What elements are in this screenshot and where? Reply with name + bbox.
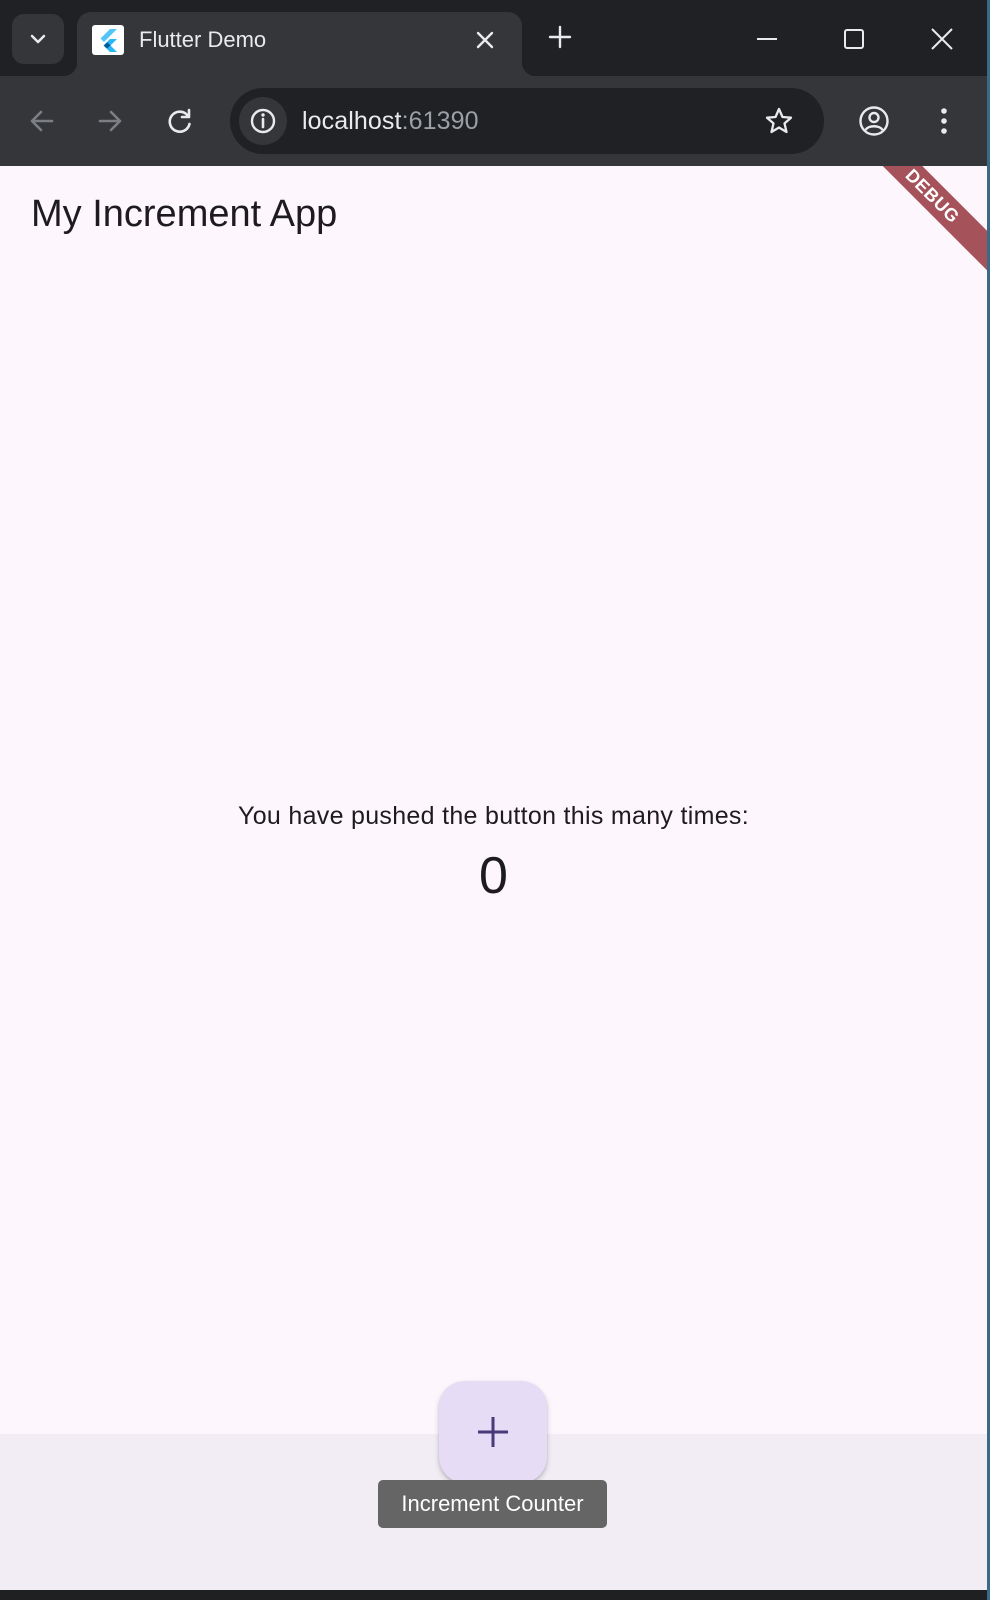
flutter-logo-icon	[92, 25, 124, 55]
tab-close-button[interactable]	[470, 25, 500, 55]
close-icon	[476, 31, 494, 49]
site-info-button[interactable]	[239, 97, 287, 145]
url-text[interactable]: localhost:61390	[302, 107, 479, 136]
more-vert-icon	[941, 108, 947, 134]
close-window-button[interactable]	[925, 22, 959, 56]
plus-icon	[548, 25, 572, 49]
maximize-button[interactable]	[837, 22, 871, 56]
counter-value: 0	[479, 847, 508, 905]
add-icon	[478, 1417, 508, 1447]
url-host: localhost	[302, 107, 402, 135]
maximize-icon	[844, 29, 864, 49]
reload-icon	[168, 108, 191, 133]
info-icon	[250, 108, 276, 134]
minimize-button[interactable]	[750, 22, 784, 56]
app-viewport: My Increment App DEBUG You have pushed t…	[0, 166, 987, 1590]
app-bar-title: My Increment App	[31, 193, 338, 235]
increment-button[interactable]	[439, 1381, 547, 1483]
browser-menu-button[interactable]	[924, 101, 964, 141]
account-circle-icon	[859, 106, 889, 136]
reload-button[interactable]	[160, 101, 200, 141]
counter-message: You have pushed the button this many tim…	[238, 802, 749, 830]
profile-button[interactable]	[854, 101, 894, 141]
arrow-right-icon	[98, 110, 122, 132]
tab-flutter-demo[interactable]: Flutter Demo	[63, 12, 536, 76]
bookmark-button[interactable]	[760, 102, 798, 140]
address-bar[interactable]: localhost:61390	[230, 88, 824, 154]
tab-title: Flutter Demo	[139, 27, 267, 52]
browser-toolbar: localhost:61390	[0, 76, 987, 166]
back-button[interactable]	[22, 101, 62, 141]
minimize-icon	[757, 38, 777, 40]
browser-window: Flutter Demo localhost:61390 My Incremen…	[0, 0, 987, 1590]
debug-banner: DEBUG	[850, 166, 987, 279]
url-port: :61390	[401, 107, 479, 135]
increment-tooltip: Increment Counter	[378, 1480, 607, 1528]
tab-strip: Flutter Demo	[0, 0, 987, 76]
chevron-down-icon	[30, 34, 46, 44]
close-icon	[931, 28, 953, 50]
arrow-left-icon	[30, 110, 54, 132]
new-tab-button[interactable]	[545, 22, 575, 52]
tab-search-button[interactable]	[12, 14, 64, 64]
star-icon	[765, 107, 793, 134]
forward-button[interactable]	[90, 101, 130, 141]
